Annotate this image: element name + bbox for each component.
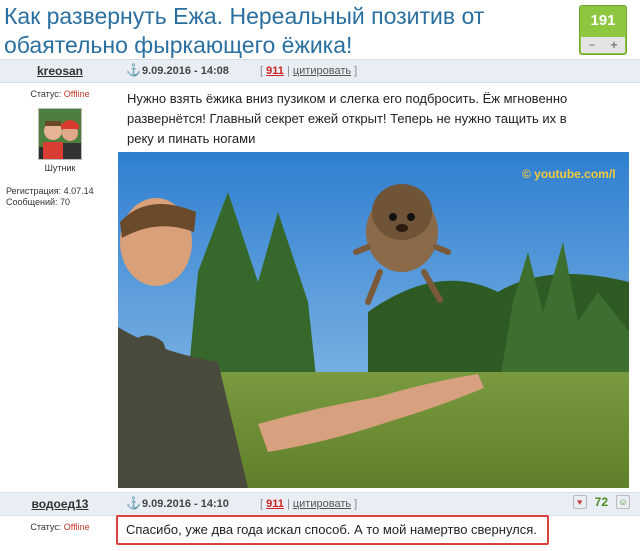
reply-rating: ♥ 72 ☺ (572, 495, 630, 509)
reply-actions: [ 911 | цитировать ] (260, 493, 357, 515)
post-actions: [ 911 | цитировать ] (260, 60, 357, 82)
author-rank: Шутник (44, 163, 76, 173)
reply-author-status: Статус: Offline (0, 521, 120, 533)
author-sidebar: Статус: Offline Шутник Регистрация: 4.07… (0, 88, 120, 208)
bracket-open: [ (260, 498, 264, 510)
author-messages: Сообщений: 70 (6, 197, 71, 207)
author-registration: Регистрация: 4.07.14 (6, 186, 94, 196)
separator: | (286, 65, 290, 77)
vote-up-button[interactable]: + (610, 38, 617, 52)
bracket-open: [ (260, 65, 264, 77)
author-status: Статус: Offline (0, 88, 120, 100)
vote-controls: − + (581, 37, 625, 53)
reply-author-link[interactable]: водоед13 (0, 493, 120, 515)
status-value: Offline (63, 89, 90, 99)
reply-header: водоед13 ⚓ 9.09.2016 - 14:10 [ 911 | цит… (0, 492, 640, 516)
post-title[interactable]: Как развернуть Ежа. Нереальный позитив о… (4, 2, 574, 60)
post-date: 9.09.2016 - 14:08 (142, 65, 229, 77)
post-rating-link[interactable]: 911 (266, 65, 284, 77)
status-label: Статус: (30, 89, 62, 99)
rating-count: 191 (590, 12, 616, 29)
reply-body: Спасибо, уже два года искал способ. А то… (116, 515, 549, 545)
vote-down-icon[interactable]: ♥ (572, 495, 587, 509)
image-watermark: © youtube.com/l (522, 167, 616, 181)
anchor-icon[interactable]: ⚓ (126, 496, 141, 510)
anchor-icon[interactable]: ⚓ (126, 63, 141, 77)
post-author-link[interactable]: kreosan (0, 60, 120, 82)
reply-rating-link[interactable]: 911 (266, 498, 284, 510)
vote-up-icon[interactable]: ☺ (616, 495, 630, 509)
reply-author-sidebar: Статус: Offline (0, 521, 120, 533)
separator: | (286, 498, 290, 510)
vote-down-button[interactable]: − (588, 38, 595, 52)
quote-link[interactable]: цитировать (293, 498, 351, 510)
reply-score: 72 (594, 495, 608, 509)
status-label: Статус: (30, 522, 62, 532)
bracket-close: ] (354, 498, 358, 510)
post-body: Нужно взять ёжика вниз пузиком и слегка … (127, 91, 568, 146)
post-header: kreosan ⚓ 9.09.2016 - 14:08 [ 911 | цити… (0, 59, 640, 83)
bracket-close: ] (354, 65, 358, 77)
hedgehog-photo: © youtube.com/l (118, 152, 629, 488)
post-image[interactable]: © youtube.com/l (118, 152, 629, 488)
reply-date: 9.09.2016 - 14:10 (142, 498, 229, 510)
avatar[interactable] (38, 108, 82, 160)
avatar-image (39, 109, 81, 159)
status-value: Offline (63, 522, 90, 532)
quote-link[interactable]: цитировать (293, 65, 351, 77)
rating-widget: 191 − + (579, 5, 627, 55)
